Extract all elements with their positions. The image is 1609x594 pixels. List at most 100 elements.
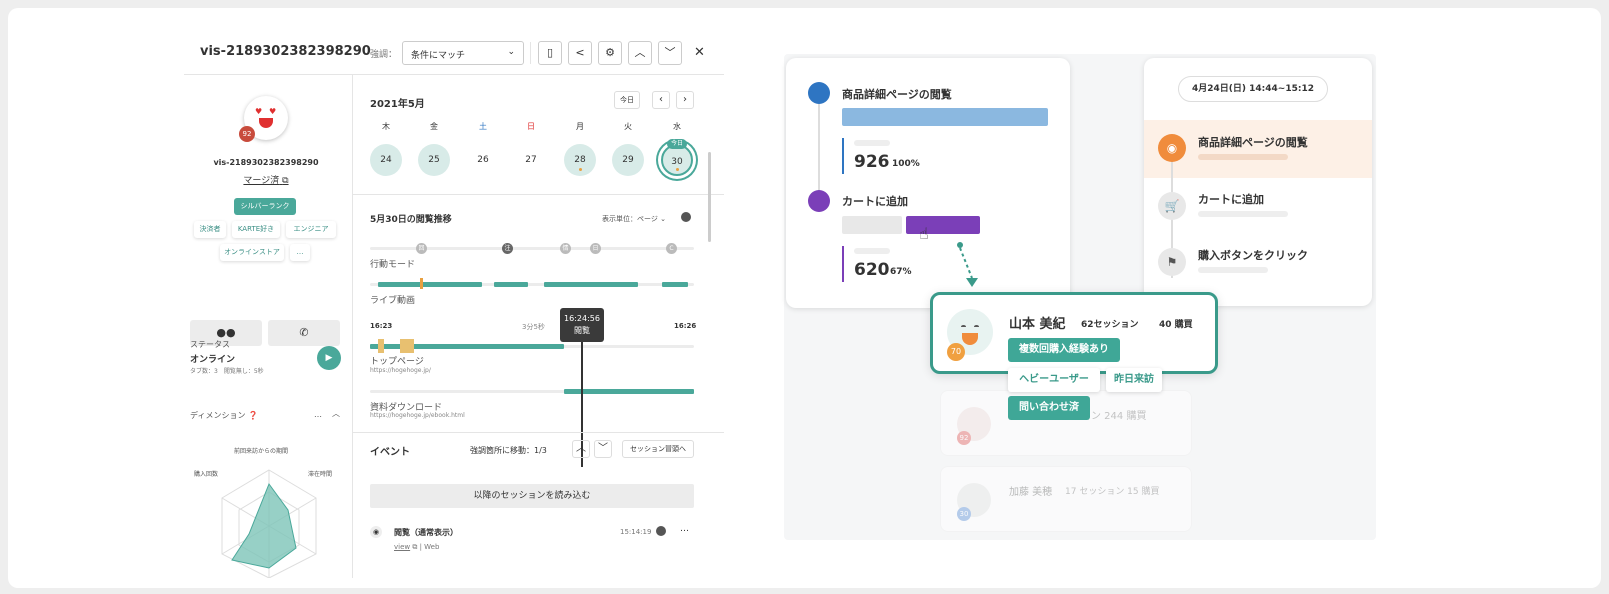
user-name: 山本 美紀 — [1009, 317, 1066, 332]
call-button[interactable]: ✆ — [268, 320, 340, 346]
settings-button[interactable]: ⚙ — [598, 41, 622, 65]
page-url[interactable]: https://hogehoge.jp/ — [370, 367, 431, 374]
page-segment — [564, 389, 694, 394]
funnel-count: 620 — [854, 260, 890, 280]
page-marker — [400, 339, 414, 353]
more-icon[interactable]: … — [680, 524, 689, 534]
dimension-label: ディメンション ❓ — [190, 410, 258, 421]
calendar-day[interactable]: 25 — [418, 144, 450, 176]
timeline-node[interactable]: 回 — [416, 243, 427, 254]
tag-pill: 決済者 — [194, 221, 226, 238]
avatar-score-badge: 30 — [957, 507, 971, 521]
calendar-day[interactable]: 28 — [564, 144, 596, 176]
heart-eye-icon: ♥ — [255, 107, 263, 116]
status-heading: ステータス — [190, 340, 230, 349]
unit-selector[interactable]: 表示単位：ページ ⌄ — [602, 214, 666, 224]
weekday-label: 水 — [673, 122, 681, 131]
chevron-down-icon: ﹀ — [598, 443, 608, 454]
scrollbar[interactable] — [708, 152, 711, 242]
eye-icon: ◉ — [370, 526, 382, 538]
calendar-next-button[interactable]: › — [676, 91, 694, 109]
funnel-step-title: 商品詳細ページの閲覧 — [842, 88, 952, 101]
jump-prev-button[interactable]: ︿ — [572, 440, 590, 458]
next-button[interactable]: ﹀ — [658, 41, 682, 65]
row-label: ライブ動画 — [370, 296, 416, 306]
avatar: ♥ ♥ 92 — [239, 96, 288, 142]
page-url[interactable]: https://hogehoge.jp/ebook.html — [370, 412, 465, 419]
settings-icon[interactable] — [681, 212, 691, 222]
calendar-divider — [352, 194, 724, 195]
external-link-icon: ⧉ — [282, 176, 289, 186]
jump-next-button[interactable]: ﹀ — [594, 440, 612, 458]
column-divider — [352, 74, 353, 578]
collapse-icon[interactable]: ︿ — [332, 408, 340, 419]
timeline-node[interactable]: 情 — [560, 243, 571, 254]
tag-pill: KARTE好き — [232, 221, 280, 238]
today-button[interactable]: 今日 — [614, 91, 640, 109]
funnel-step-title: カートに追加 — [842, 195, 908, 208]
activity-marker — [420, 278, 423, 289]
flag-icon: ⚑ — [1158, 248, 1186, 276]
placeholder-line — [1198, 154, 1288, 160]
funnel-bar[interactable] — [906, 216, 980, 234]
time-start: 16:23 — [370, 322, 393, 330]
funnel-card: 商品詳細ページの閲覧 926 100% カートに追加 ☝ 620 67% — [786, 58, 1070, 308]
session-top-button[interactable]: セッション冒頭へ — [622, 440, 694, 458]
bookmark-button[interactable]: ▯ — [538, 41, 562, 65]
merge-link[interactable]: マージ済 ⧉ — [184, 173, 348, 186]
row-label: 行動モード — [370, 260, 416, 270]
close-icon[interactable]: ✕ — [694, 45, 705, 60]
unit-label: 表示単位： — [602, 215, 637, 223]
metric-accent — [842, 138, 844, 174]
placeholder-line — [1198, 267, 1268, 273]
play-button[interactable]: ▶ — [317, 346, 341, 370]
journey-item-label: 商品詳細ページの閲覧 — [1198, 136, 1308, 149]
hand-cursor-icon: ☝ — [919, 224, 929, 243]
play-icon: ▶ — [325, 353, 333, 363]
journey-item-label: 購入ボタンをクリック — [1198, 249, 1308, 262]
more-icon[interactable]: … — [314, 410, 322, 419]
calendar-month: 2021年5月 — [370, 99, 425, 110]
calendar-day[interactable]: 24 — [370, 144, 402, 176]
chevron-left-icon: ‹ — [659, 94, 663, 105]
activity-dot — [579, 168, 582, 171]
toolbar-divider — [530, 42, 531, 64]
dimension-label-text: ディメンション — [190, 411, 246, 420]
page-marker — [378, 339, 384, 353]
load-sessions-button[interactable]: 以降のセッションを読み込む — [370, 484, 694, 508]
calendar-prev-button[interactable]: ‹ — [652, 91, 670, 109]
phone-icon: ✆ — [299, 326, 309, 339]
visitor-detail-panel: vis-2189302382398290 強調： 条件にマッチ ⌄ ▯ < ⚙ ︿… — [184, 32, 724, 578]
chevron-up-icon: ︿ — [634, 46, 646, 59]
share-button[interactable]: < — [568, 41, 592, 65]
more-tags-pill[interactable]: … — [290, 244, 310, 261]
user-tag: 複数回購入経験あり — [1008, 338, 1120, 362]
highlight-select[interactable]: 条件にマッチ ⌄ — [402, 41, 524, 65]
calendar-day[interactable]: 27 — [515, 144, 547, 176]
status-value: オンライン — [190, 355, 236, 365]
journey-card: 4月24日(日) 14:44~15:12 ◉ 商品詳細ページの閲覧 🛒 カートに… — [1144, 58, 1372, 306]
user-card-faded: 30 加藤 美穂 17 セッション 15 購買 — [940, 466, 1192, 532]
play-icon[interactable] — [656, 526, 666, 536]
funnel-pct: 67% — [890, 267, 912, 277]
step-dot — [808, 190, 830, 212]
user-tag: 昨日来訪 — [1106, 368, 1162, 392]
funnel-pct: 100% — [892, 159, 920, 169]
prev-button[interactable]: ︿ — [628, 41, 652, 65]
event-view-link[interactable]: view — [394, 543, 410, 551]
timeline-node[interactable]: C — [666, 243, 677, 254]
avatar-mouth — [259, 118, 273, 128]
event-meta: view ⧉ | Web — [394, 543, 440, 551]
timeline-node[interactable]: 日 — [590, 243, 601, 254]
calendar-day[interactable]: 26 — [467, 144, 499, 176]
weekday-label: 金 — [430, 122, 438, 131]
jump-label: 強調箇所に移動：1/3 — [470, 446, 547, 455]
avatar-score-badge: 92 — [239, 126, 255, 142]
event-channel: Web — [424, 543, 440, 551]
calendar-day[interactable]: 29 — [612, 144, 644, 176]
tag-pill: エンジニア — [286, 221, 336, 238]
timeline-node[interactable]: 注 — [502, 243, 513, 254]
time-duration: 3分5秒 — [522, 323, 545, 331]
user-name: 加藤 美穂 — [1009, 487, 1053, 498]
user-tag: 問い合わせ済 — [1008, 396, 1090, 420]
